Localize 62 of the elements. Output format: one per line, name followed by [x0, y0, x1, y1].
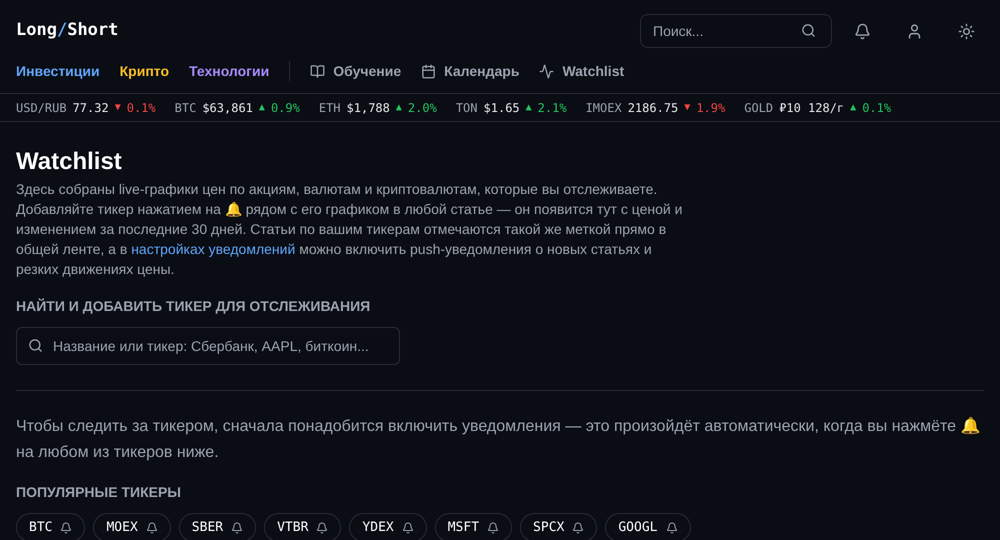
- ticker-change: 2.0%: [408, 100, 437, 116]
- page-title: Watchlist: [16, 147, 123, 177]
- ticker-symbol: ETH: [318, 100, 341, 116]
- bell-icon: [146, 522, 158, 534]
- notification-settings-link[interactable]: настройках уведомлений: [131, 241, 296, 257]
- search-field[interactable]: Поиск...: [640, 14, 832, 48]
- ticker-change: 2.1%: [538, 100, 567, 116]
- bell-icon: [854, 22, 870, 40]
- bell-icon: [60, 522, 72, 534]
- find-label: НАЙТИ И ДОБАВИТЬ ТИКЕР ДЛЯ ОТСЛЕЖИВАНИЯ: [16, 297, 372, 316]
- ticker-chip[interactable]: VTBR: [264, 513, 342, 540]
- ticker-search-field[interactable]: Название или тикер: Сбербанк, AAPL, биткоин...: [16, 327, 400, 365]
- ticker-change: 1.9%: [696, 100, 726, 116]
- ticker-chip[interactable]: MOEX: [93, 513, 171, 540]
- change-arrow: ▼: [684, 101, 690, 115]
- change-arrow: ▼: [114, 101, 121, 115]
- change-arrow: ▲: [526, 101, 532, 115]
- nav-link[interactable]: Календарь: [421, 61, 520, 81]
- ticker-symbol: BTC: [174, 100, 196, 116]
- change-arrow: ▲: [850, 101, 856, 115]
- ticker-change: 0.9%: [270, 100, 300, 116]
- nav-link[interactable]: Обучение: [310, 61, 402, 81]
- bell-icon: [231, 522, 244, 534]
- bell-icon: [402, 522, 414, 534]
- ticker-price: 77.32: [72, 100, 109, 116]
- ticker-chip[interactable]: SPCX: [520, 513, 598, 540]
- change-arrow: ▲: [396, 101, 402, 115]
- ticker-symbol: GOLD: [744, 100, 774, 116]
- bell-icon: [572, 522, 584, 534]
- ticker-price: $63,861: [202, 100, 253, 116]
- logo[interactable]: Long/Short: [16, 18, 118, 44]
- ticker-chip[interactable]: GOOGL: [605, 513, 690, 540]
- ticker-chip[interactable]: YDEX: [349, 513, 427, 540]
- section-link[interactable]: Крипто: [120, 61, 170, 81]
- ticker-change: 0.1%: [862, 100, 892, 116]
- bell-icon: [666, 522, 678, 534]
- book-icon: [310, 64, 326, 78]
- bell-icon: [316, 522, 328, 534]
- notice-text: Чтобы следить за тикером, сначала понадобится включить уведомления — это произойдёт автоматически, когда вы нажмёте 🔔 на любом из тикеров ниже.: [16, 416, 982, 463]
- calendar-icon: [421, 64, 436, 78]
- ticker-symbol: TON: [456, 100, 478, 116]
- ticker-chip[interactable]: MSFT: [434, 513, 512, 540]
- change-arrow: ▲: [258, 101, 265, 115]
- ticker-symbol: USD/RUB: [16, 100, 67, 116]
- section-link[interactable]: Технологии: [189, 61, 270, 81]
- popular-label: ПОПУЛЯРНЫЕ ТИКЕРЫ: [16, 483, 182, 502]
- ticker-symbol: IMOEX: [586, 100, 622, 116]
- activity-icon: [539, 64, 554, 78]
- ticker-price: 2186.75: [628, 100, 678, 116]
- sun-icon: [958, 22, 974, 40]
- ticker-price: $1,788: [346, 100, 390, 116]
- bell-icon: [487, 522, 500, 534]
- nav-link[interactable]: Watchlist: [539, 61, 624, 81]
- ticker-chip[interactable]: BTC: [16, 513, 86, 540]
- search-icon[interactable]: [801, 23, 816, 38]
- ticker-price: $1.65: [484, 100, 520, 116]
- ticker-chip[interactable]: SBER: [178, 513, 256, 540]
- ticker-change: 0.1%: [126, 100, 156, 116]
- intro-text: Здесь собраны live-графики цен по акциям, валютам и криптовалютам, которые вы отслеживаете. Добавляйте тикер нажатием на 🔔 рядом с его графиком в любой статье — он появится тут с ценой и изменением за последние 30 дней. Статьи по вашим тикерам отмечаются такой же меткой прямо в общей ленте, а в настройках уведомлений можно включить push-уведомления о новых статьях и резких движениях цены.: [16, 180, 684, 279]
- search-icon: [28, 338, 43, 353]
- ticker-price: ₽10 128/г: [779, 100, 844, 116]
- section-link[interactable]: Инвестиции: [16, 61, 100, 81]
